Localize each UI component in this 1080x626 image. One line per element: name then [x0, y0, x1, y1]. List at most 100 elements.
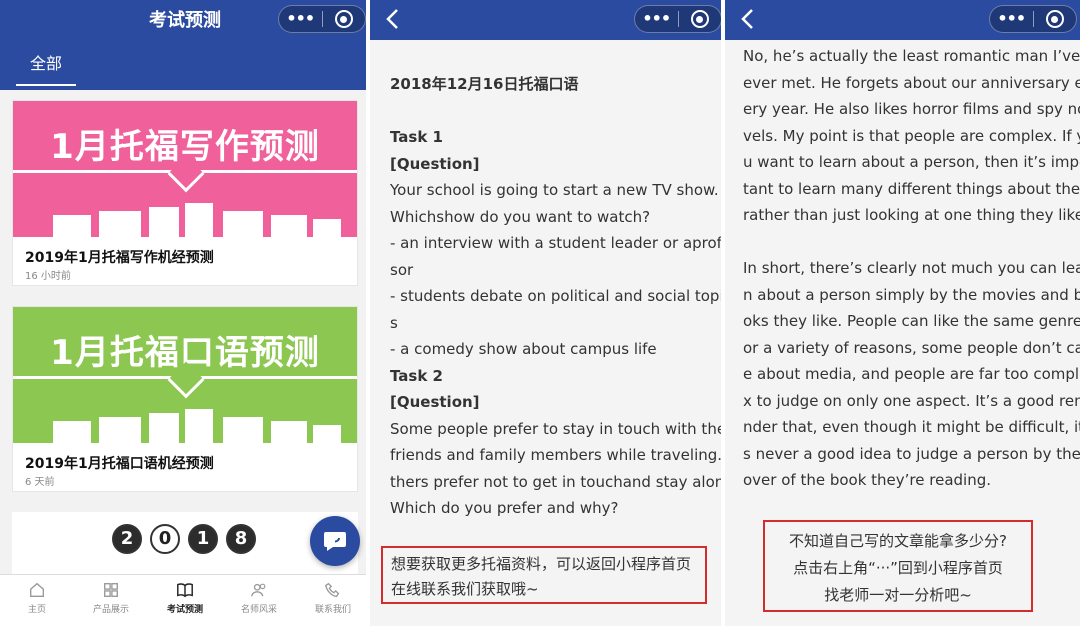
back-button[interactable] [380, 4, 404, 34]
notice-line: 找老师一对一分析吧~ [824, 586, 972, 604]
people-icon [251, 583, 266, 597]
screen-exam-prediction: 考试预测 ••• 全部 1月托福写作预测 2019年1月托福写作机经预测 16 … [0, 0, 370, 626]
tab-underline [16, 84, 76, 86]
more-icon[interactable]: ••• [990, 6, 1033, 32]
more-icon[interactable]: ••• [279, 6, 322, 32]
book-icon [177, 583, 193, 598]
home-icon [30, 582, 44, 597]
article-line: Whichshow do you want to watch? [390, 207, 651, 226]
article-line: rather than just looking at one thing th… [743, 206, 1080, 224]
nav-item-teachers[interactable]: 名师风采 [222, 575, 296, 626]
chat-button[interactable] [310, 516, 360, 566]
top-bar: ••• [725, 0, 1080, 40]
nav-label: 产品展示 [92, 605, 129, 615]
article-body: No, he’s actually the least romantic man… [743, 43, 1080, 494]
nav-label: 考试预测 [166, 605, 203, 615]
article-body: 2018年12月16日托福口语 Task 1 [Question] Your scho… [390, 71, 725, 522]
article-line: or a variety of reasons, some people don… [743, 338, 1080, 357]
top-bar: 考试预测 ••• [0, 0, 370, 40]
article-line: - a comedy show about campus life [390, 340, 657, 358]
article-line: s never a good idea to judge a person by… [743, 444, 1080, 463]
article-line: n about a person simply by the movies an… [743, 285, 1080, 304]
close-miniprogram-icon[interactable] [678, 10, 721, 28]
article-card-writing[interactable]: 1月托福写作预测 2019年1月托福写作机经预测 16 小时前 [12, 100, 358, 286]
year-digit: 2 [112, 524, 142, 554]
card-time: 16 小时前 [25, 271, 71, 282]
notice-box: 不知道自己写的文章能拿多少分? 点击右上角“···”回到小程序首页 找老师一对一… [763, 520, 1033, 612]
article-line: - students debate on political and socia… [390, 287, 725, 305]
year-digit: 8 [226, 524, 256, 554]
banner-building-bars [13, 201, 357, 237]
notice-line: 在线联系我们获取哦~ [391, 580, 539, 598]
article-line: vels. My point is that people are comple… [743, 126, 1080, 145]
card-banner-speaking: 1月托福口语预测 [13, 307, 357, 443]
back-button[interactable] [735, 4, 759, 34]
notice-line: 不知道自己写的文章能拿多少分? [789, 532, 1007, 550]
article-card-speaking[interactable]: 1月托福口语预测 2019年1月托福口语机经预测 6 天前 [12, 306, 358, 492]
card-title: 2019年1月托福口语机经预测 [25, 456, 214, 472]
article-line: oks they like. People can like the same … [743, 312, 1080, 330]
article-line: Task 2 [390, 366, 443, 385]
article-line: [Question] [390, 393, 480, 411]
article-line: 2018年12月16日托福口语 [390, 75, 579, 93]
nav-item-home[interactable]: 主页 [0, 575, 74, 626]
chat-icon [324, 532, 346, 551]
article-line: In short, there’s clearly not much you c… [743, 259, 1080, 277]
phone-icon [325, 582, 340, 597]
bottom-nav: 主页 产品展示 考试预测 名师风采 联系我们 [0, 574, 370, 626]
close-miniprogram-icon[interactable] [322, 10, 365, 28]
nav-item-exam-prediction[interactable]: 考试预测 [148, 575, 222, 626]
article-line: Task 1 [390, 128, 443, 146]
article-line: nder that, even though it might be diffi… [743, 418, 1080, 436]
top-bar: ••• [370, 0, 725, 40]
screen-speaking-article: ••• 2018年12月16日托福口语 Task 1 [Question] Your … [370, 0, 725, 626]
miniprogram-capsule: ••• [278, 5, 366, 33]
screens-container: 考试预测 ••• 全部 1月托福写作预测 2019年1月托福写作机经预测 16 … [0, 0, 1080, 626]
miniprogram-capsule: ••• [989, 5, 1077, 33]
year-digit: 0 [150, 524, 180, 554]
nav-label: 主页 [27, 605, 46, 615]
card-time: 6 天前 [25, 477, 55, 488]
article-line: e about media, and people are far too co… [743, 365, 1080, 383]
article-card-2018[interactable]: 2 0 1 8 [12, 512, 358, 574]
article-line: s [390, 313, 398, 332]
article-line: Which do you prefer and why? [390, 499, 619, 517]
article-line: No, he’s actually the least romantic man… [743, 47, 1080, 65]
article-line: ever met. He forgets about our anniversa… [743, 73, 1080, 92]
nav-label: 联系我们 [314, 605, 351, 615]
chevron-left-icon [386, 9, 398, 29]
article-line: - an interview with a student leader or … [390, 234, 725, 252]
card-banner-writing: 1月托福写作预测 [13, 101, 357, 237]
notice-line: 点击右上角“···”回到小程序首页 [793, 559, 1003, 577]
article-line: tant to learn many different things abou… [743, 179, 1080, 198]
grid-icon [104, 583, 118, 597]
article-line: x to judge on only one aspect. It’s a go… [743, 391, 1080, 410]
more-icon[interactable]: ••• [635, 6, 678, 32]
article-line: ery year. He also likes horror films and… [743, 100, 1080, 118]
card-title: 2019年1月托福写作机经预测 [25, 250, 214, 266]
tab-all-label: 全部 [29, 54, 62, 73]
miniprogram-capsule: ••• [634, 5, 722, 33]
year-digits: 2 0 1 8 [112, 524, 256, 554]
year-digit: 1 [188, 524, 218, 554]
screen-reading-article: ••• No, he’s actually the least romantic… [725, 0, 1080, 626]
article-line: friends and family members while traveli… [390, 446, 725, 464]
notice-line: 想要获取更多托福资料，可以返回小程序首页 [391, 555, 692, 573]
category-tab-bar: 全部 [0, 40, 370, 90]
banner-building-bars [13, 407, 357, 443]
nav-item-contact[interactable]: 联系我们 [296, 575, 370, 626]
notice-box: 想要获取更多托福资料，可以返回小程序首页 在线联系我们获取哦~ [381, 546, 707, 604]
tab-all[interactable]: 全部 [16, 52, 76, 90]
article-line: thers prefer not to get in touchand stay… [390, 472, 725, 491]
article-line: Some people prefer to stay in touch with… [390, 419, 725, 438]
chevron-left-icon [741, 9, 753, 29]
article-line: sor [390, 260, 414, 279]
article-line: over of the book they’re reading. [743, 471, 991, 489]
article-line [743, 229, 1080, 256]
nav-item-products[interactable]: 产品展示 [74, 575, 148, 626]
article-line: u want to learn about a person, then it’… [743, 153, 1080, 171]
article-line [390, 98, 725, 125]
article-line: Your school is going to start a new TV s… [390, 181, 719, 199]
article-line: [Question] [390, 154, 480, 173]
close-miniprogram-icon[interactable] [1033, 10, 1076, 28]
